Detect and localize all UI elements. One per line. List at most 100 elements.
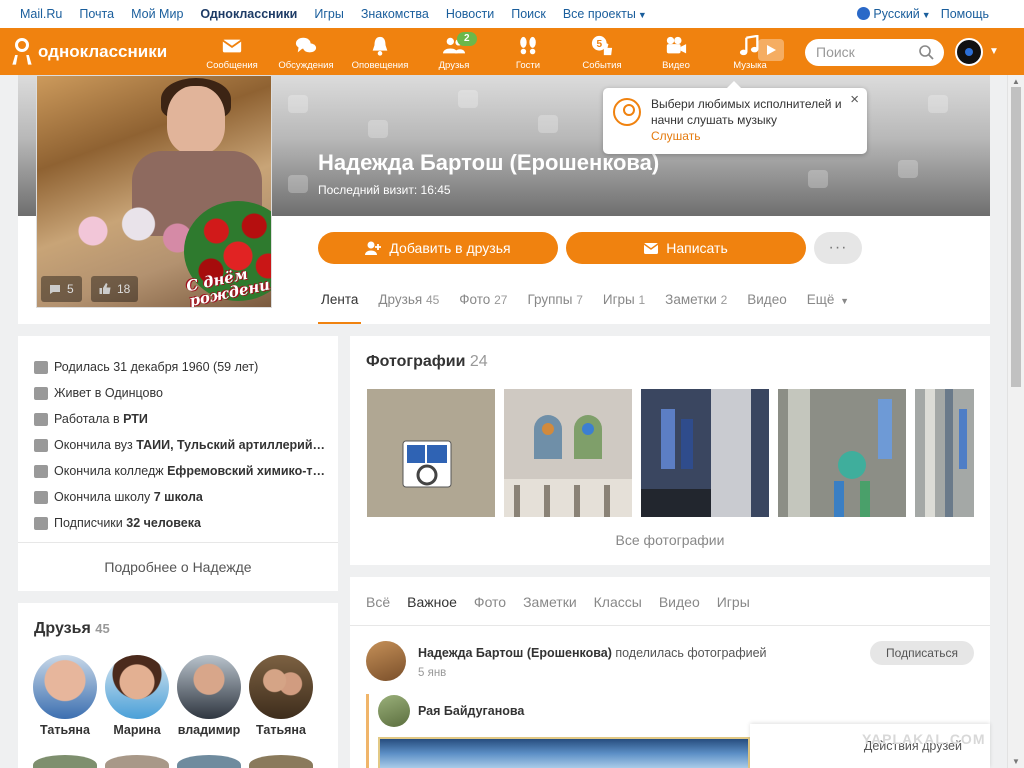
friend-avatar[interactable] bbox=[177, 755, 241, 768]
post-author-link[interactable]: Надежда Бартош (Ерошенкова) bbox=[418, 646, 612, 660]
tab-friends[interactable]: Друзья 45 bbox=[375, 289, 442, 324]
portal-link-mailru[interactable]: Mail.Ru bbox=[20, 7, 62, 21]
listen-link[interactable]: Слушать bbox=[651, 129, 700, 143]
scroll-up-icon[interactable]: ▲ bbox=[1012, 77, 1020, 86]
portal-link-ok[interactable]: Одноклассники bbox=[200, 7, 297, 21]
nav-discussions[interactable]: Обсуждения bbox=[269, 28, 343, 75]
tab-photos[interactable]: Фото 27 bbox=[456, 289, 510, 324]
nav-guests[interactable]: Гости bbox=[491, 28, 565, 75]
about-link[interactable]: Ефремовский химико-т… bbox=[167, 464, 324, 478]
photos-title[interactable]: Фотографии 24 bbox=[366, 353, 488, 371]
portal-link-search[interactable]: Поиск bbox=[511, 7, 546, 21]
add-user-icon bbox=[365, 241, 382, 255]
add-friend-button[interactable]: Добавить в друзья bbox=[318, 232, 558, 264]
scrollbar-thumb[interactable] bbox=[1011, 87, 1021, 387]
briefcase-icon bbox=[34, 412, 48, 426]
friend-item[interactable]: Татьяна bbox=[32, 655, 98, 737]
tab-groups[interactable]: Группы 7 bbox=[524, 289, 585, 324]
about-text: Работала в bbox=[54, 412, 124, 426]
search-input[interactable]: Поиск bbox=[805, 39, 944, 66]
photo-thumbnail[interactable] bbox=[915, 389, 974, 517]
photo-thumbnail[interactable] bbox=[367, 389, 495, 517]
nav-label: Обсуждения bbox=[278, 60, 334, 71]
tooltip-text: Выбери любимых исполнителей и начни слуш… bbox=[651, 97, 842, 127]
shared-author-avatar[interactable] bbox=[378, 695, 410, 727]
tab-feed[interactable]: Лента bbox=[318, 289, 362, 324]
help-link[interactable]: Помощь bbox=[941, 7, 989, 21]
nav-friends[interactable]: 2 Друзья bbox=[417, 28, 491, 75]
music-play-button[interactable] bbox=[758, 39, 784, 61]
about-card: Родилась 31 декабря 1960 (59 лет) Живет … bbox=[18, 336, 338, 591]
profile-photo[interactable]: С днём рождения! 5 18 bbox=[36, 75, 272, 308]
nav-events[interactable]: 5 События bbox=[565, 28, 639, 75]
friend-name: Татьяна bbox=[40, 723, 90, 737]
feed-tab-classes[interactable]: Классы bbox=[594, 594, 642, 610]
page-scrollbar[interactable]: ▲ ▼ bbox=[1007, 75, 1024, 768]
nav-video[interactable]: Видео bbox=[639, 28, 713, 75]
friend-avatar[interactable] bbox=[105, 755, 169, 768]
about-university: Окончила вуз ТАИИ, Тульский артиллерий… bbox=[34, 438, 324, 452]
feed-tab-important[interactable]: Важное bbox=[407, 594, 457, 610]
portal-link-myworld[interactable]: Мой Мир bbox=[131, 7, 183, 21]
post-timestamp[interactable]: 5 янв bbox=[418, 667, 446, 679]
more-actions-button[interactable]: ··· bbox=[814, 232, 862, 264]
language-selector[interactable]: Русский ▼ bbox=[857, 7, 931, 21]
feed-tab-all[interactable]: Всё bbox=[366, 594, 390, 610]
photos-title-text: Фотографии bbox=[366, 353, 466, 370]
tab-more[interactable]: Ещё ▼ bbox=[804, 289, 852, 324]
friend-item[interactable]: Марина bbox=[104, 655, 170, 737]
nav-notifications[interactable]: Оповещения bbox=[343, 28, 417, 75]
close-icon[interactable]: × bbox=[850, 91, 859, 108]
feed-tab-video[interactable]: Видео bbox=[659, 594, 700, 610]
write-message-button[interactable]: Написать bbox=[566, 232, 806, 264]
chevron-down-icon[interactable]: ▼ bbox=[989, 46, 999, 57]
scroll-down-icon[interactable]: ▼ bbox=[1012, 757, 1020, 766]
user-avatar[interactable] bbox=[955, 38, 983, 66]
tab-games[interactable]: Игры 1 bbox=[600, 289, 648, 324]
about-link[interactable]: 32 человека bbox=[126, 516, 201, 530]
photo-thumbnail[interactable] bbox=[778, 389, 906, 517]
friends-title[interactable]: Друзья 45 bbox=[34, 620, 110, 638]
home-icon bbox=[34, 386, 48, 400]
about-text: Окончила вуз bbox=[54, 438, 137, 452]
portal-link-games[interactable]: Игры bbox=[314, 7, 343, 21]
tab-label: Фото bbox=[459, 292, 491, 307]
about-link[interactable]: РТИ bbox=[123, 412, 148, 426]
portal-bar: Mail.Ru Почта Мой Мир Одноклассники Игры… bbox=[0, 0, 1024, 28]
photo-likes-button[interactable]: 18 bbox=[91, 276, 139, 302]
nav-messages[interactable]: Сообщения bbox=[195, 28, 269, 75]
tab-notes[interactable]: Заметки 2 bbox=[662, 289, 730, 324]
feed-tab-photo[interactable]: Фото bbox=[474, 594, 506, 610]
nav-label: Оповещения bbox=[351, 60, 409, 71]
toolbar-nav: Сообщения Обсуждения Оповещения 2 Друзья… bbox=[195, 28, 787, 75]
friend-item[interactable]: Татьяна bbox=[248, 655, 314, 737]
all-photos-link[interactable]: Все фотографии bbox=[350, 532, 990, 548]
portal-link-dating[interactable]: Знакомства bbox=[361, 7, 429, 21]
ok-logo[interactable]: одноклассники bbox=[12, 38, 167, 66]
portal-link-all-projects[interactable]: Все проекты ▼ bbox=[563, 7, 647, 21]
stained-glass-image bbox=[778, 389, 906, 517]
photo-thumbnail[interactable] bbox=[641, 389, 769, 517]
shared-author-link[interactable]: Рая Байдуганова bbox=[418, 704, 524, 718]
friend-avatar[interactable] bbox=[33, 755, 97, 768]
portal-link-news[interactable]: Новости bbox=[446, 7, 494, 21]
about-text: Родилась 31 декабря 1960 (59 лет) bbox=[54, 360, 259, 374]
about-more-button[interactable]: Подробнее о Надежде bbox=[18, 542, 338, 591]
friend-item[interactable]: владимир bbox=[176, 655, 242, 737]
feed-tab-notes[interactable]: Заметки bbox=[523, 594, 577, 610]
friends-badge: 2 bbox=[457, 32, 477, 46]
about-link[interactable]: ТАИИ, Тульский артиллерий… bbox=[136, 438, 324, 452]
subscribe-button[interactable]: Подписаться bbox=[870, 641, 974, 665]
portal-link-mail[interactable]: Почта bbox=[79, 7, 114, 21]
about-link[interactable]: 7 школа bbox=[154, 490, 203, 504]
school-icon bbox=[34, 490, 48, 504]
tab-video[interactable]: Видео bbox=[744, 289, 789, 324]
shared-photo[interactable] bbox=[378, 737, 750, 768]
feed-tab-games[interactable]: Игры bbox=[717, 594, 750, 610]
friend-avatar[interactable] bbox=[249, 755, 313, 768]
envelope-icon bbox=[222, 39, 242, 53]
photo-thumbnail[interactable] bbox=[504, 389, 632, 517]
post-author-avatar[interactable] bbox=[366, 641, 406, 681]
photo-comments-button[interactable]: 5 bbox=[41, 276, 82, 302]
friend-avatar bbox=[105, 655, 169, 719]
